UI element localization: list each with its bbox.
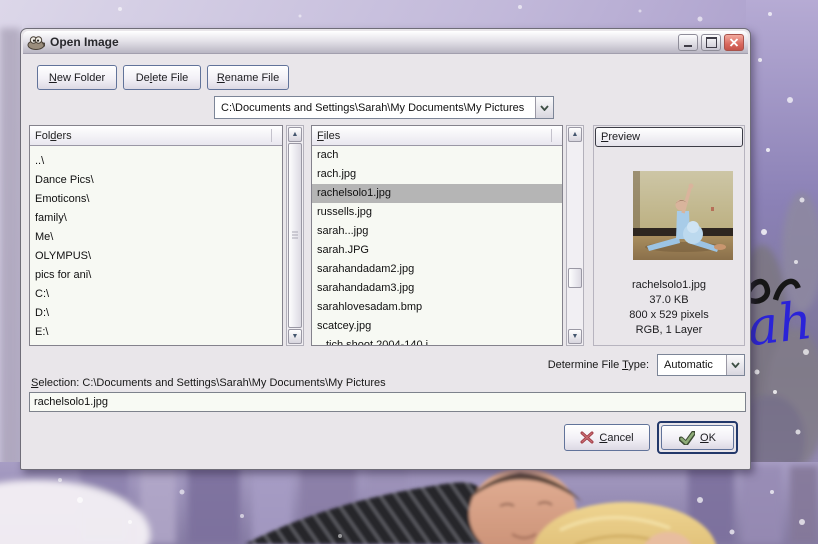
button-label: Delete File (135, 71, 189, 84)
preview-filename: rachelsolo1.jpg (632, 279, 706, 291)
folder-item[interactable]: Emoticons\ (30, 190, 282, 209)
file-item[interactable]: sarahlovesadam.bmp (312, 298, 562, 317)
cancel-x-icon (580, 431, 594, 444)
folder-item[interactable]: ..\ (30, 152, 282, 171)
close-button[interactable] (724, 33, 744, 51)
scrollbar-thumb[interactable] (288, 143, 302, 328)
cancel-button[interactable]: Cancel (564, 424, 650, 451)
preview-dimensions: 800 x 529 pixels (629, 309, 709, 321)
scroll-up-button[interactable]: ▲ (288, 127, 302, 142)
close-x-icon (729, 37, 739, 47)
folder-item[interactable]: Me\ (30, 228, 282, 247)
title-bar[interactable]: Open Image (23, 31, 748, 54)
file-item[interactable]: sarahandadam2.jpg (312, 260, 562, 279)
folders-list: .\ ..\ Dance Pics\ Emoticons\ family\ Me… (30, 146, 282, 345)
folder-item[interactable]: D:\ (30, 304, 282, 323)
new-folder-button[interactable]: New Folder (37, 65, 117, 90)
chevron-down-icon (731, 362, 740, 368)
scroll-down-button[interactable]: ▼ (568, 329, 582, 344)
maximize-icon (705, 36, 717, 48)
button-label: New Folder (48, 71, 106, 84)
ok-check-icon (679, 430, 696, 445)
preview-mode: RGB, 1 Layer (635, 324, 703, 336)
thumb-grip (292, 231, 298, 240)
folder-item[interactable]: pics for ani\ (30, 266, 282, 285)
maximize-button[interactable] (701, 33, 721, 51)
open-image-dialog: Open Image New Folder Delete File Rename… (20, 28, 751, 470)
folder-item[interactable]: Dance Pics\ (30, 171, 282, 190)
folders-header-label: Folders (35, 129, 72, 142)
folders-panel: Folders .\ ..\ Dance Pics\ Emoticons\ fa… (29, 125, 283, 346)
preview-panel: Preview rachelsolo1.jpg 37.0 KB 800 x 52… (593, 125, 745, 346)
file-item-selected[interactable]: rachelsolo1.jpg (312, 184, 562, 203)
minimize-button[interactable] (678, 33, 698, 51)
filename-input[interactable] (29, 392, 746, 412)
path-combo[interactable]: C:\Documents and Settings\Sarah\My Docum… (214, 96, 554, 119)
ok-button-focus-ring: OK (657, 421, 738, 454)
preview-toggle-button[interactable]: Preview (595, 127, 743, 147)
files-panel: Files rach rach.jpg rachelsolo1.jpg russ… (311, 125, 563, 346)
file-item[interactable]: tich shoot 2004-140.j (312, 336, 562, 345)
files-header-label: Files (317, 129, 341, 142)
preview-filesize: 37.0 KB (649, 294, 689, 306)
file-item[interactable]: rach (312, 146, 562, 165)
file-type-arrow-button[interactable] (726, 355, 744, 375)
file-item[interactable]: sarahandadam3.jpg (312, 279, 562, 298)
files-header[interactable]: Files (312, 126, 562, 146)
path-combo-value: C:\Documents and Settings\Sarah\My Docum… (221, 101, 525, 114)
ok-button[interactable]: OK (661, 425, 734, 450)
window-title: Open Image (50, 35, 119, 49)
path-combo-arrow-button[interactable] (535, 97, 553, 118)
file-item[interactable]: scatcey.jpg (312, 317, 562, 336)
file-item[interactable]: russells.jpg (312, 203, 562, 222)
minimize-icon (684, 45, 692, 47)
scroll-up-button[interactable]: ▲ (568, 127, 582, 142)
gimp-wilber-icon (27, 35, 45, 50)
delete-file-button[interactable]: Delete File (123, 65, 201, 90)
button-label: OK (700, 431, 716, 444)
files-list: rach rach.jpg rachelsolo1.jpg russells.j… (312, 146, 562, 345)
rename-file-button[interactable]: Rename File (207, 65, 289, 90)
folder-item[interactable]: E:\ (30, 323, 282, 342)
folder-item[interactable]: OLYMPUS\ (30, 247, 282, 266)
file-type-combo[interactable]: Automatic (657, 354, 745, 376)
preview-label: Preview (601, 131, 641, 143)
file-item[interactable]: rach.jpg (312, 165, 562, 184)
file-item[interactable]: sarah...jpg (312, 222, 562, 241)
chevron-down-icon (540, 104, 549, 111)
folders-scrollbar[interactable]: ▲ ▼ (286, 125, 304, 346)
files-scrollbar[interactable]: ▲ ▼ (566, 125, 584, 346)
scrollbar-thumb[interactable] (568, 268, 582, 288)
file-item[interactable]: sarah.JPG (312, 241, 562, 260)
preview-thumbnail (633, 171, 733, 260)
folder-item[interactable]: family\ (30, 209, 282, 228)
file-type-value: Automatic (664, 359, 713, 371)
scroll-down-button[interactable]: ▼ (288, 329, 302, 344)
button-label: Cancel (599, 431, 634, 444)
folder-item[interactable]: C:\ (30, 285, 282, 304)
svg-text:ah: ah (744, 291, 815, 358)
file-type-label: Determine File Type: (547, 359, 649, 371)
folders-header[interactable]: Folders (30, 126, 282, 146)
button-label: Rename File (216, 71, 280, 84)
selection-label: Selection: C:\Documents and Settings\Sar… (31, 377, 386, 389)
